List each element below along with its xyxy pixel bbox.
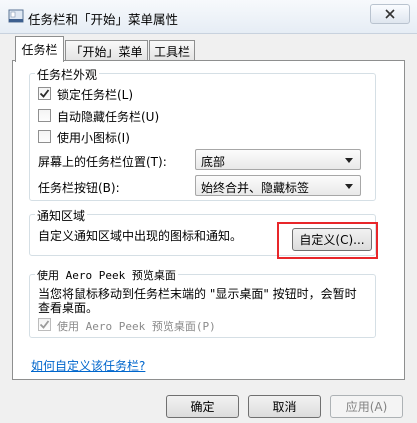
- aero-peek-checkbox-label: 使用 Aero Peek 预览桌面(P): [57, 320, 216, 333]
- customize-button-label: 自定义(C)...: [299, 233, 365, 247]
- taskbar-location-select[interactable]: 底部: [195, 149, 361, 170]
- taskbar-buttons-select[interactable]: 始终合并、隐藏标签: [195, 175, 361, 196]
- tab-toolbars[interactable]: 工具栏: [149, 40, 195, 61]
- close-button[interactable]: [370, 4, 410, 24]
- small-icons-label: 使用小图标(I): [57, 131, 130, 145]
- cancel-button[interactable]: 取消: [248, 395, 321, 418]
- tab-taskbar[interactable]: 任务栏: [15, 36, 64, 62]
- cancel-button-label: 取消: [272, 400, 297, 414]
- window-title: 任务栏和「开始」菜单属性: [28, 12, 179, 27]
- dropdown-arrow-icon: [345, 158, 353, 163]
- taskbar-location-label: 屏幕上的任务栏位置(T):: [38, 155, 167, 169]
- tab-label: 「开始」菜单: [70, 44, 143, 59]
- lock-taskbar-checkbox[interactable]: [38, 87, 51, 100]
- aero-peek-description-line2: 查看桌面。: [38, 301, 99, 315]
- tab-start-menu[interactable]: 「开始」菜单: [65, 40, 148, 61]
- aero-peek-group-title: 使用 Aero Peek 预览桌面: [35, 267, 178, 283]
- close-icon: [385, 9, 395, 19]
- ok-button-label: 确定: [190, 400, 215, 414]
- tab-label: 任务栏: [21, 43, 58, 57]
- aero-peek-checkbox[interactable]: [38, 318, 51, 331]
- taskbar-location-value: 底部: [201, 155, 226, 169]
- auto-hide-checkbox[interactable]: [38, 109, 51, 122]
- taskbar-buttons-value: 始终合并、隐藏标签: [201, 181, 310, 195]
- appearance-group-title: 任务栏外观: [35, 66, 100, 83]
- dropdown-arrow-icon: [345, 184, 353, 189]
- checkmark-icon: [39, 320, 50, 329]
- apply-button-label: 应用(A): [345, 400, 388, 414]
- notification-group-title: 通知区域: [35, 207, 88, 224]
- taskbar-app-icon: [8, 9, 24, 23]
- ok-button[interactable]: 确定: [166, 395, 239, 418]
- help-link[interactable]: 如何自定义该任务栏?: [31, 357, 145, 374]
- checkmark-icon: [39, 89, 50, 98]
- customize-button[interactable]: 自定义(C)...: [292, 228, 372, 251]
- title-bar: 任务栏和「开始」菜单属性: [0, 0, 417, 34]
- small-icons-checkbox[interactable]: [38, 130, 51, 143]
- lock-taskbar-label: 锁定任务栏(L): [57, 88, 134, 102]
- tab-label: 工具栏: [153, 44, 190, 59]
- auto-hide-label: 自动隐藏任务栏(U): [57, 110, 160, 124]
- notification-description: 自定义通知区域中出现的图标和通知。: [38, 229, 243, 243]
- apply-button[interactable]: 应用(A): [330, 395, 403, 418]
- taskbar-buttons-label: 任务栏按钮(B):: [38, 181, 120, 195]
